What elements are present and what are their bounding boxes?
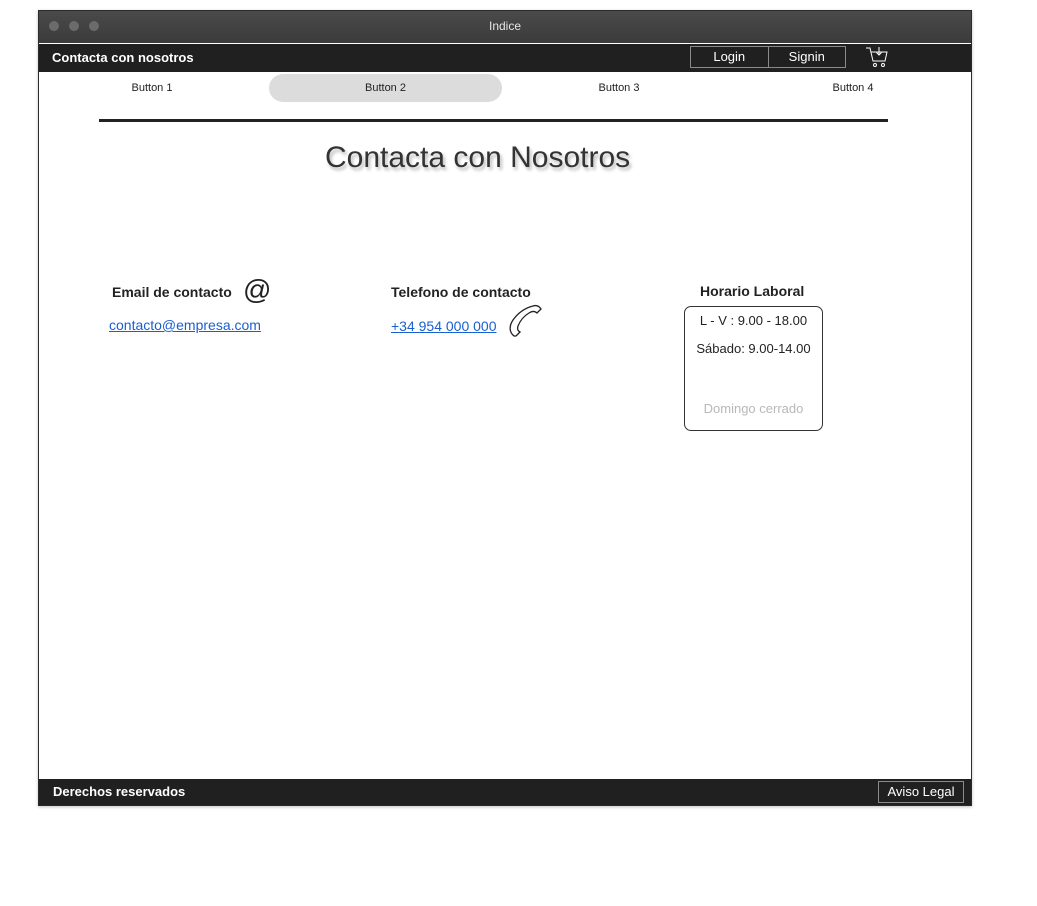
app-window: Indice Contacta con nosotros Login Signi…	[38, 10, 972, 806]
footer: Derechos reservados Aviso Legal	[39, 779, 971, 805]
nav-button-4[interactable]: Button 4	[739, 74, 967, 102]
phone-link[interactable]: +34 954 000 000	[391, 318, 497, 334]
nav-button-1[interactable]: Button 1	[39, 74, 265, 102]
email-link[interactable]: contacto@empresa.com	[109, 317, 261, 333]
title-bar: Indice	[39, 11, 971, 43]
phone-icon	[509, 304, 542, 337]
auth-buttons: Login Signin	[690, 46, 846, 68]
brand-title: Contacta con nosotros	[52, 50, 194, 65]
signin-button[interactable]: Signin	[767, 47, 846, 67]
top-header: Contacta con nosotros Login Signin	[39, 44, 971, 72]
hours-sunday: Domingo cerrado	[703, 401, 804, 416]
window-title: Indice	[488, 19, 522, 33]
minimize-window-button[interactable]	[69, 21, 79, 31]
legal-notice-button[interactable]: Aviso Legal	[878, 781, 964, 803]
page-title: Contacta con Nosotros	[325, 141, 631, 174]
nav-button-2[interactable]: Button 2	[269, 74, 502, 102]
login-button[interactable]: Login	[691, 47, 768, 67]
email-label: Email de contacto	[112, 284, 232, 300]
hours-box: L - V : 9.00 - 18.00 Sábado: 9.00-14.00 …	[684, 306, 823, 431]
nav-divider	[99, 119, 888, 122]
phone-label: Telefono de contacto	[391, 284, 531, 300]
hours-title: Horario Laboral	[700, 283, 805, 299]
at-sign-icon: @	[243, 274, 272, 305]
copyright-text: Derechos reservados	[53, 784, 186, 799]
hours-weekdays: L - V : 9.00 - 18.00	[699, 313, 808, 328]
maximize-window-button[interactable]	[89, 21, 99, 31]
nav-bar: Button 1 Button 2 Button 3 Button 4	[39, 72, 971, 104]
close-window-button[interactable]	[49, 21, 59, 31]
nav-button-3[interactable]: Button 3	[505, 74, 733, 102]
cart-icon[interactable]	[865, 46, 889, 70]
hours-saturday: Sábado: 9.00-14.00	[696, 341, 811, 356]
